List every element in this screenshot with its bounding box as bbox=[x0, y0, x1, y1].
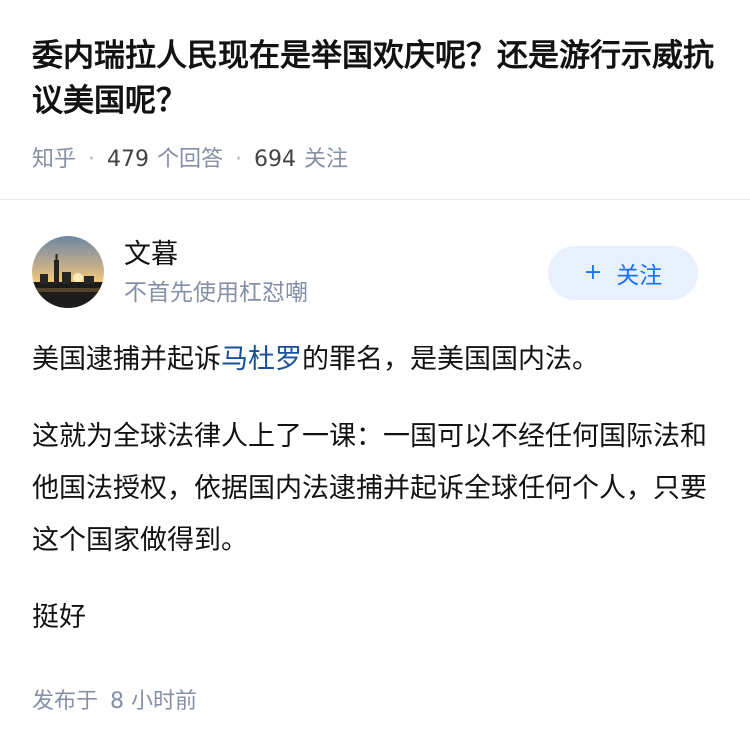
question-meta: 知乎 · 479 个回答 · 694 关注 bbox=[32, 142, 348, 178]
author-headline: 不首先使用杠怼嘲 bbox=[124, 280, 308, 306]
answer-content: 美国逮捕并起诉马杜罗的罪名，是美国国内法。 这就为全球法律人上了一课：一国可以不… bbox=[32, 334, 722, 644]
question-header: 委内瑞拉人民现在是举国欢庆呢？还是游行示威抗议美国呢？ 知乎 · 479 个回答 · 69… bbox=[0, 0, 750, 200]
answer-count-label: 个回答 bbox=[157, 147, 224, 172]
meta-separator: · bbox=[88, 147, 96, 172]
answer-text: 美国逮捕并起诉 bbox=[32, 344, 221, 375]
answer-count: 479 bbox=[107, 147, 150, 172]
author-name[interactable]: 文暮 bbox=[124, 236, 178, 274]
question-title[interactable]: 委内瑞拉人民现在是举国欢庆呢？还是游行示威抗议美国呢？ bbox=[32, 34, 722, 124]
topic-link[interactable]: 马杜罗 bbox=[221, 344, 302, 375]
answer-paragraph: 这就为全球法律人上了一课：一国可以不经任何国际法和他国法授权，依据国内法逮捕并起… bbox=[32, 421, 707, 556]
source-label: 知乎 bbox=[32, 147, 77, 172]
publish-time: 发布于 8 小时前 bbox=[32, 684, 197, 720]
answer-paragraph: 美国逮捕并起诉马杜罗的罪名，是美国国内法。 bbox=[32, 334, 722, 386]
avatar[interactable] bbox=[32, 236, 104, 308]
author-info: 文暮 不首先使用杠怼嘲 + 关注 bbox=[32, 236, 718, 308]
plus-icon: + bbox=[583, 260, 603, 285]
answer-text: 的罪名，是美国国内法。 bbox=[302, 344, 599, 375]
published-time: 8 小时前 bbox=[110, 689, 198, 714]
meta-separator: · bbox=[235, 147, 243, 172]
follow-button[interactable]: + 关注 bbox=[548, 246, 698, 300]
published-label: 发布于 bbox=[32, 689, 99, 714]
follow-button-label: 关注 bbox=[616, 263, 663, 289]
avatar-image bbox=[32, 236, 104, 308]
follower-count-label: 关注 bbox=[304, 147, 349, 172]
follower-count: 694 bbox=[254, 147, 297, 172]
answer-paragraph: 挺好 bbox=[32, 602, 86, 633]
